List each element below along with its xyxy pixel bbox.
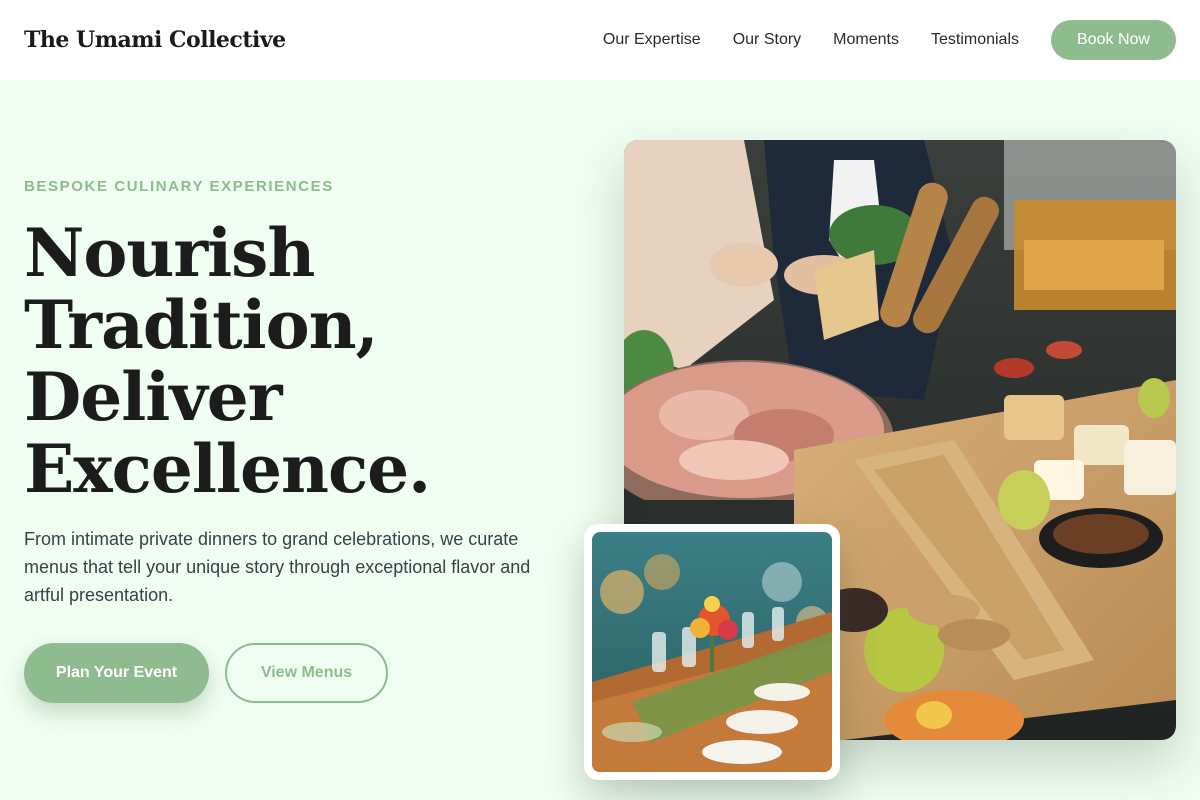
- headline-line-2: Tradition,: [24, 286, 379, 364]
- brand-logo[interactable]: The Umami Collective: [24, 27, 286, 53]
- nav-links: Our Expertise Our Story Moments Testimon…: [603, 20, 1176, 60]
- plan-your-event-button[interactable]: Plan Your Event: [24, 643, 209, 703]
- hero-cta-row: Plan Your Event View Menus: [24, 643, 564, 703]
- hero-headline: Nourish Tradition, Deliver Excellence.: [24, 217, 564, 505]
- nav-link-our-expertise[interactable]: Our Expertise: [603, 31, 701, 49]
- hero-content: BESPOKE CULINARY EXPERIENCES Nourish Tra…: [24, 178, 564, 703]
- headline-line-3: Deliver: [24, 358, 282, 436]
- hero-description: From intimate private dinners to grand c…: [24, 529, 531, 605]
- nav-link-our-story[interactable]: Our Story: [733, 31, 801, 49]
- table-setting-image: [592, 532, 832, 772]
- headline-line-4: Excellence.: [24, 430, 431, 508]
- table-setting-illustration: [592, 532, 832, 772]
- table-setting-photo: [584, 524, 840, 780]
- nav-link-moments[interactable]: Moments: [833, 31, 899, 49]
- nav-link-testimonials[interactable]: Testimonials: [931, 31, 1019, 49]
- book-now-button[interactable]: Book Now: [1051, 20, 1176, 60]
- top-navbar: The Umami Collective Our Expertise Our S…: [0, 0, 1200, 80]
- headline-line-1: Nourish: [24, 214, 315, 292]
- view-menus-button[interactable]: View Menus: [225, 643, 388, 703]
- hero-eyebrow: BESPOKE CULINARY EXPERIENCES: [24, 178, 334, 195]
